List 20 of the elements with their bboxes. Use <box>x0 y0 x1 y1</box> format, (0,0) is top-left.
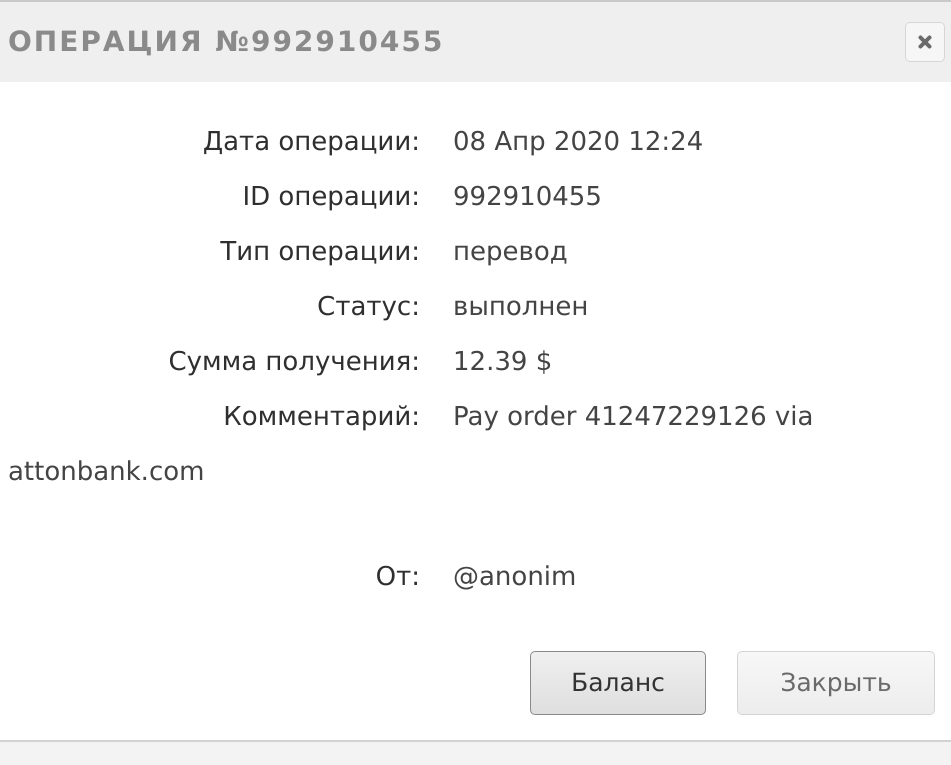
field-label: ID операции: <box>242 182 420 212</box>
field-label: Дата операции: <box>202 127 420 157</box>
field-label: Сумма получения: <box>168 347 420 377</box>
sender-value: @anonim <box>453 562 576 592</box>
field-label: Комментарий: <box>223 402 420 432</box>
field-value: выполнен <box>453 292 588 322</box>
field-value: 08 Апр 2020 12:24 <box>453 127 704 157</box>
field-value: Pay order 41247229126 via <box>453 402 814 432</box>
field-label: Статус: <box>317 292 420 322</box>
dialog-button[interactable]: Баланс <box>530 651 706 715</box>
close-button[interactable] <box>905 22 945 62</box>
field-value: 992910455 <box>453 182 602 212</box>
field-value: 12.39 $ <box>453 347 552 377</box>
dialog-title: ОПЕРАЦИЯ №992910455 <box>8 24 444 60</box>
dialog-button[interactable]: Закрыть <box>737 651 935 715</box>
field-label: Тип операции: <box>220 237 420 267</box>
sender-label: От: <box>376 562 420 592</box>
field-value: перевод <box>453 237 568 267</box>
field-value: attonbank.com <box>8 457 204 487</box>
close-icon <box>918 35 932 49</box>
